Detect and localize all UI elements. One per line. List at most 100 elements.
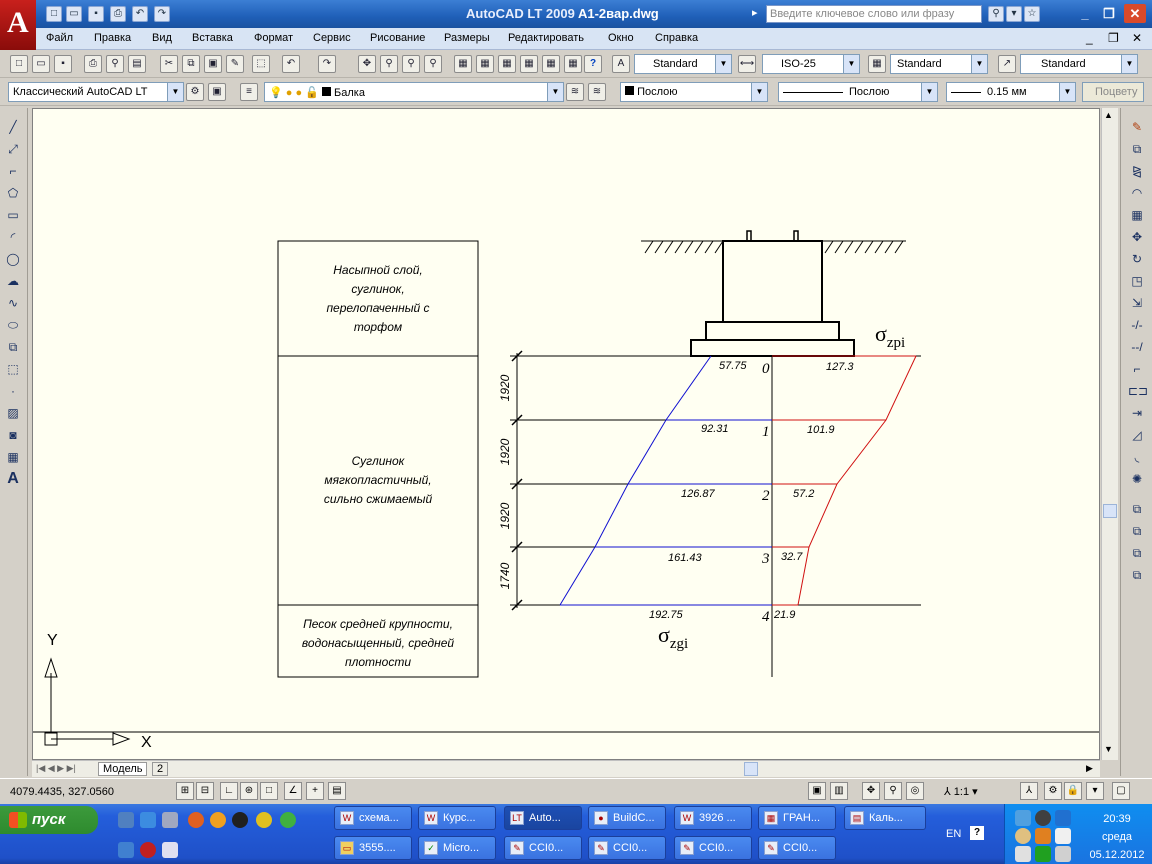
vertical-scrollbar[interactable]: ▲ ▼ <box>1101 108 1118 760</box>
sheet-set-icon[interactable]: ▦ <box>520 55 538 73</box>
zoom-status-icon[interactable]: ⚲ <box>884 782 902 800</box>
region-icon[interactable]: ◙ <box>4 426 22 444</box>
quicklaunch-app-icon[interactable] <box>118 812 134 828</box>
language-indicator[interactable]: EN <box>946 828 961 840</box>
plot-icon[interactable]: ⎙ <box>84 55 102 73</box>
menu-dimension[interactable]: Размеры <box>444 32 490 44</box>
menu-help[interactable]: Справка <box>655 32 698 44</box>
menu-window[interactable]: Окно <box>608 32 634 44</box>
taskbar-window-button[interactable]: ✎ CCI0... <box>504 836 582 860</box>
layer-select[interactable]: 💡 ● ● 🔓 Балка ▼ <box>264 82 564 102</box>
favorites-star-icon[interactable]: ☆ <box>1024 6 1040 22</box>
app-menu-logo[interactable]: A <box>0 0 36 50</box>
stretch-icon[interactable]: ⇲ <box>1128 294 1146 312</box>
text-style-select[interactable]: Standard ▼ <box>634 54 732 74</box>
point-icon[interactable]: · <box>4 382 22 400</box>
calculator-icon[interactable]: ▦ <box>564 55 582 73</box>
join-icon[interactable]: ⇥ <box>1128 404 1146 422</box>
tray-app-icon[interactable] <box>1055 810 1071 826</box>
markup-icon[interactable]: ▦ <box>542 55 560 73</box>
publish-icon[interactable]: ▤ <box>128 55 146 73</box>
zoom-previous-icon[interactable]: ⚲ <box>424 55 442 73</box>
offset-icon[interactable]: ◠ <box>1128 184 1146 202</box>
rotate-icon[interactable]: ↻ <box>1128 250 1146 268</box>
taskbar-window-button[interactable]: ✎ CCI0... <box>758 836 836 860</box>
taskbar-window-button[interactable]: ✓ Micro... <box>418 836 496 860</box>
close-button[interactable]: ✕ <box>1124 4 1146 23</box>
quicklaunch-ie-icon[interactable] <box>140 812 156 828</box>
workspace-switching-gear-icon[interactable]: ⚙ <box>1044 782 1062 800</box>
circle-icon[interactable]: ◯ <box>4 250 22 268</box>
break-at-point-icon[interactable]: ⌐ <box>1128 360 1146 378</box>
tab-model[interactable]: Модель <box>98 762 148 776</box>
minimize-button[interactable]: _ <box>1074 4 1096 23</box>
properties-icon[interactable]: ▦ <box>454 55 472 73</box>
menu-draw[interactable]: Рисование <box>370 32 425 44</box>
annotation-scale[interactable]: ⅄ 1:1 ▾ <box>944 785 978 798</box>
tray-app-icon[interactable] <box>1015 828 1031 844</box>
taskbar-window-button[interactable]: ✎ CCI0... <box>588 836 666 860</box>
lineweight-control-select[interactable]: 0.15 мм ▼ <box>946 82 1076 102</box>
draw-order-icon[interactable]: ⧉ <box>1128 500 1146 518</box>
plot-preview-icon[interactable]: ⚲ <box>106 55 124 73</box>
copy-object-icon[interactable]: ⧉ <box>1128 140 1146 158</box>
mirror-icon[interactable]: ⧎ <box>1128 162 1146 180</box>
color-control-select[interactable]: Послою ▼ <box>620 82 768 102</box>
quick-properties-icon[interactable]: ▤ <box>328 782 346 800</box>
taskbar-window-button[interactable]: ▤ Каль... <box>844 806 926 830</box>
chamfer-icon[interactable]: ◿ <box>1128 426 1146 444</box>
tray-app-icon[interactable] <box>1035 846 1051 862</box>
break-icon[interactable]: ⊏⊐ <box>1128 382 1148 400</box>
taskbar-window-button[interactable]: ▦ ГРАН... <box>758 806 836 830</box>
pan-icon[interactable]: ✥ <box>358 55 376 73</box>
volume-icon[interactable] <box>1015 846 1031 862</box>
taskbar-window-button[interactable]: ● BuildC... <box>588 806 666 830</box>
workspace-settings-gear-icon[interactable]: ⚙ <box>186 83 204 101</box>
linetype-control-select[interactable]: Послою ▼ <box>778 82 938 102</box>
start-button[interactable]: пуск <box>0 806 98 834</box>
steering-wheel-icon[interactable]: ◎ <box>906 782 924 800</box>
cut-icon[interactable]: ✂ <box>160 55 178 73</box>
lineweight-display-icon[interactable]: + <box>306 782 324 800</box>
scale-icon[interactable]: ◳ <box>1128 272 1146 290</box>
fillet-icon[interactable]: ◟ <box>1128 448 1146 466</box>
multileader-style-icon[interactable]: ↗ <box>998 55 1016 73</box>
quicklaunch-app-icon[interactable] <box>210 812 226 828</box>
polyline-icon[interactable]: ⌐ <box>4 162 22 180</box>
redo-icon[interactable]: ↷ <box>318 55 336 73</box>
bring-above-icon[interactable]: ⧉ <box>1128 566 1146 584</box>
network-icon[interactable] <box>1015 810 1031 826</box>
taskbar-window-button[interactable]: W 3926 ... <box>674 806 752 830</box>
horizontal-scroll-thumb[interactable] <box>744 762 758 776</box>
menu-file[interactable]: Файл <box>46 32 73 44</box>
tray-app-icon[interactable] <box>1035 828 1051 844</box>
multileader-style-select[interactable]: Standard ▼ <box>1020 54 1138 74</box>
doc-restore-button[interactable]: ❐ <box>1108 31 1119 45</box>
erase-icon[interactable]: ✎ <box>1128 118 1146 136</box>
table-style-icon[interactable]: ▦ <box>868 55 886 73</box>
save-icon[interactable]: ▪ <box>54 55 72 73</box>
vertical-scroll-thumb[interactable] <box>1103 504 1117 518</box>
snap-mode-icon[interactable]: ⊞ <box>176 782 194 800</box>
ellipse-icon[interactable]: ⬭ <box>4 316 22 334</box>
ortho-mode-icon[interactable]: ∟ <box>220 782 238 800</box>
qnew-icon[interactable]: □ <box>10 55 28 73</box>
zoom-realtime-icon[interactable]: ⚲ <box>380 55 398 73</box>
menu-view[interactable]: Вид <box>152 32 172 44</box>
workspace-toolbar-icon[interactable]: ▣ <box>208 83 226 101</box>
tray-app-icon[interactable] <box>1055 846 1071 862</box>
scroll-down-icon[interactable]: ▼ <box>1104 744 1113 754</box>
text-style-icon[interactable]: A <box>612 55 630 73</box>
search-icon[interactable]: ⚲ <box>988 6 1004 22</box>
toolbar-lock-icon[interactable]: 🔒 <box>1064 782 1082 800</box>
workspace-select[interactable]: Классический AutoCAD LT ▼ <box>8 82 184 102</box>
quicklaunch-firefox-icon[interactable] <box>188 812 204 828</box>
clock[interactable]: 20:39 среда 05.12.2012 <box>1083 810 1151 864</box>
make-block-icon[interactable]: ⬚ <box>4 360 22 378</box>
menu-tools[interactable]: Сервис <box>313 32 351 44</box>
scroll-up-icon[interactable]: ▲ <box>1104 110 1113 120</box>
menu-format[interactable]: Формат <box>254 32 293 44</box>
dim-style-select[interactable]: ISO-25 ▼ <box>762 54 860 74</box>
annotation-visibility-icon[interactable]: ⅄ <box>1020 782 1038 800</box>
drawing-canvas[interactable]: Насыпной слой, суглинок, перелопаченный … <box>32 108 1100 760</box>
